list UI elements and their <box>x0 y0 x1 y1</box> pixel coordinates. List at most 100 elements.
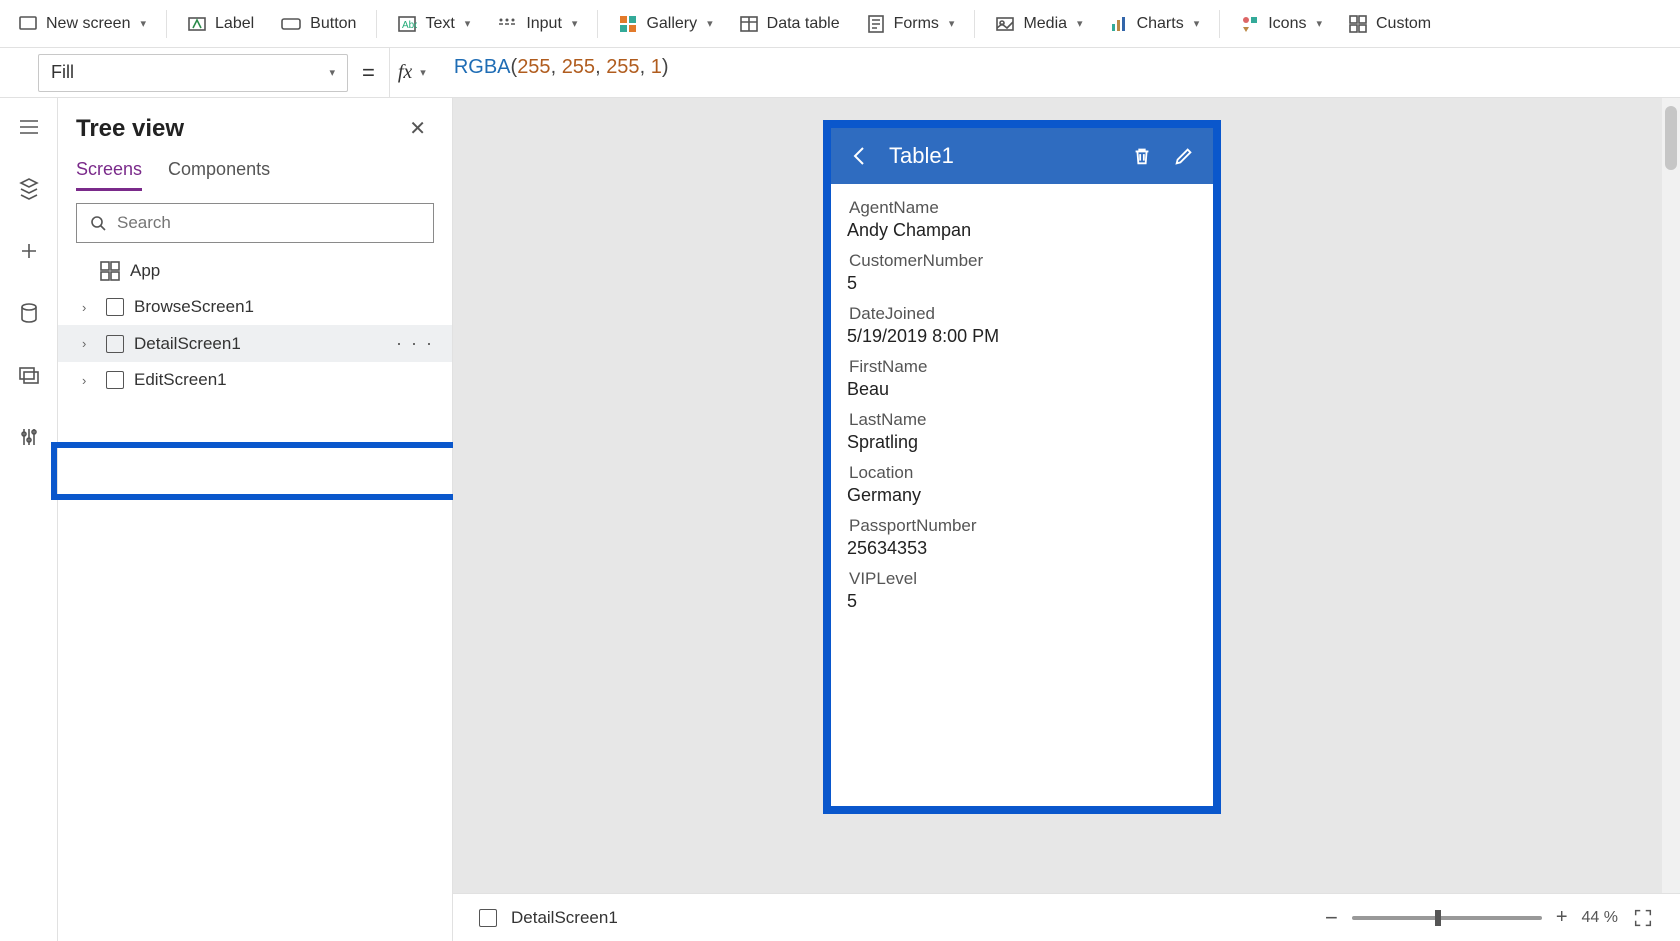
chevron-down-icon: ▾ <box>1077 17 1083 30</box>
tree-item-detailscreen[interactable]: › DetailScreen1 · · · <box>58 325 452 362</box>
field-viplevel: VIPLevel 5 <box>849 569 1195 612</box>
back-button[interactable] <box>847 143 873 169</box>
icons-label: Icons <box>1268 15 1306 33</box>
icons-button[interactable]: Icons ▾ <box>1230 8 1332 40</box>
insert-ribbon: New screen ▾ Label Button Abc Text ▾ Inp… <box>0 0 1680 48</box>
table-icon <box>739 14 759 34</box>
gallery-icon <box>618 14 638 34</box>
field-label: FirstName <box>849 357 1195 377</box>
fx-label: fx <box>398 61 412 84</box>
formula-input[interactable]: RGBA(255, 255, 255, 1) <box>444 54 1670 92</box>
scrollbar-thumb[interactable] <box>1665 106 1677 170</box>
zoom-slider[interactable] <box>1352 916 1542 920</box>
more-options-button[interactable]: · · · <box>396 333 434 354</box>
app-icon <box>100 261 120 281</box>
canvas-area[interactable]: Table1 AgentName Andy Champan CustomerNu… <box>453 98 1680 941</box>
zoom-in-button[interactable]: + <box>1556 906 1568 929</box>
tree-app-label: App <box>130 261 160 281</box>
formula-arg: 255 <box>517 56 550 78</box>
formula-arg: 255 <box>562 56 595 78</box>
button-button[interactable]: Button <box>270 8 366 40</box>
data-button[interactable] <box>14 298 44 328</box>
gallery-button[interactable]: Gallery ▾ <box>608 8 722 40</box>
media-rail-button[interactable] <box>14 360 44 390</box>
label-button[interactable]: Label <box>177 8 264 40</box>
zoom-slider-thumb[interactable] <box>1435 910 1441 926</box>
tree-search-input[interactable] <box>117 213 421 233</box>
field-value: Germany <box>847 485 1195 506</box>
separator <box>597 10 598 38</box>
data-table-label: Data table <box>767 15 840 33</box>
forms-button[interactable]: Forms ▾ <box>856 8 965 40</box>
close-panel-button[interactable]: ✕ <box>401 112 434 145</box>
chevron-down-icon: ▾ <box>420 66 426 79</box>
chevron-down-icon: ▾ <box>707 17 713 30</box>
screen-icon <box>106 298 124 316</box>
tree-view-title: Tree view <box>76 115 184 143</box>
new-screen-button[interactable]: New screen ▾ <box>8 8 156 40</box>
tree-item-label: EditScreen1 <box>134 370 227 390</box>
field-value: Beau <box>847 379 1195 400</box>
vertical-scrollbar[interactable] <box>1662 98 1680 893</box>
separator <box>974 10 975 38</box>
tree-item-editscreen[interactable]: › EditScreen1 <box>58 362 452 398</box>
hamburger-button[interactable] <box>14 112 44 142</box>
tree-search[interactable] <box>76 203 434 243</box>
text-button[interactable]: Abc Text ▾ <box>387 8 480 40</box>
field-label: Location <box>849 463 1195 483</box>
formula-fn: RGBA <box>454 56 511 78</box>
left-rail <box>0 98 58 941</box>
svg-text:Abc: Abc <box>402 20 417 31</box>
separator <box>166 10 167 38</box>
field-customernumber: CustomerNumber 5 <box>849 251 1195 294</box>
input-button[interactable]: Input ▾ <box>486 8 587 40</box>
status-screen-name: DetailScreen1 <box>511 908 618 928</box>
field-label: AgentName <box>849 198 1195 218</box>
zoom-value: 44 <box>1582 909 1600 926</box>
field-value: Andy Champan <box>847 220 1195 241</box>
tree-view-panel: Tree view ✕ Screens Components App › Bro… <box>58 98 453 941</box>
icons-icon <box>1240 14 1260 34</box>
detail-header: Table1 <box>831 128 1213 184</box>
custom-button[interactable]: Custom <box>1338 8 1441 40</box>
tree-tabs: Screens Components <box>58 151 452 191</box>
field-label: PassportNumber <box>849 516 1195 536</box>
gallery-label: Gallery <box>646 15 697 33</box>
chevron-down-icon: ▾ <box>140 17 146 30</box>
charts-button[interactable]: Charts ▾ <box>1099 8 1210 40</box>
data-table-button[interactable]: Data table <box>729 8 850 40</box>
screen-icon <box>18 14 38 34</box>
caret-icon: › <box>82 373 96 388</box>
chevron-down-icon: ▾ <box>329 66 335 79</box>
chevron-down-icon: ▾ <box>1316 17 1322 30</box>
detail-title: Table1 <box>889 143 1113 169</box>
delete-button[interactable] <box>1129 143 1155 169</box>
edit-button[interactable] <box>1171 143 1197 169</box>
tree-item-label: DetailScreen1 <box>134 334 241 354</box>
phone-preview[interactable]: Table1 AgentName Andy Champan CustomerNu… <box>823 120 1221 814</box>
tree-view-button[interactable] <box>14 174 44 204</box>
property-name: Fill <box>51 62 74 83</box>
tree-list: App › BrowseScreen1 › DetailScreen1 · · … <box>58 253 452 941</box>
screen-icon <box>106 371 124 389</box>
field-value: 25634353 <box>847 538 1195 559</box>
advanced-tools-button[interactable] <box>14 422 44 452</box>
custom-label: Custom <box>1376 15 1431 33</box>
tab-screens[interactable]: Screens <box>76 159 142 191</box>
property-dropdown[interactable]: Fill ▾ <box>38 54 348 92</box>
field-datejoined: DateJoined 5/19/2019 8:00 PM <box>849 304 1195 347</box>
formula-bar: Fill ▾ = fx ▾ RGBA(255, 255, 255, 1) <box>0 48 1680 98</box>
media-button[interactable]: Media ▾ <box>985 8 1092 40</box>
tree-app-node[interactable]: App <box>58 253 452 289</box>
fx-toggle[interactable]: fx ▾ <box>389 48 434 98</box>
zoom-out-button[interactable]: − <box>1325 905 1338 931</box>
tab-components[interactable]: Components <box>168 159 270 191</box>
tree-item-browsescreen[interactable]: › BrowseScreen1 <box>58 289 452 325</box>
media-label: Media <box>1023 15 1067 33</box>
field-value: 5 <box>847 273 1195 294</box>
fit-to-screen-button[interactable] <box>1632 907 1654 929</box>
field-label: CustomerNumber <box>849 251 1195 271</box>
field-lastname: LastName Spratling <box>849 410 1195 453</box>
field-label: DateJoined <box>849 304 1195 324</box>
insert-button[interactable] <box>14 236 44 266</box>
